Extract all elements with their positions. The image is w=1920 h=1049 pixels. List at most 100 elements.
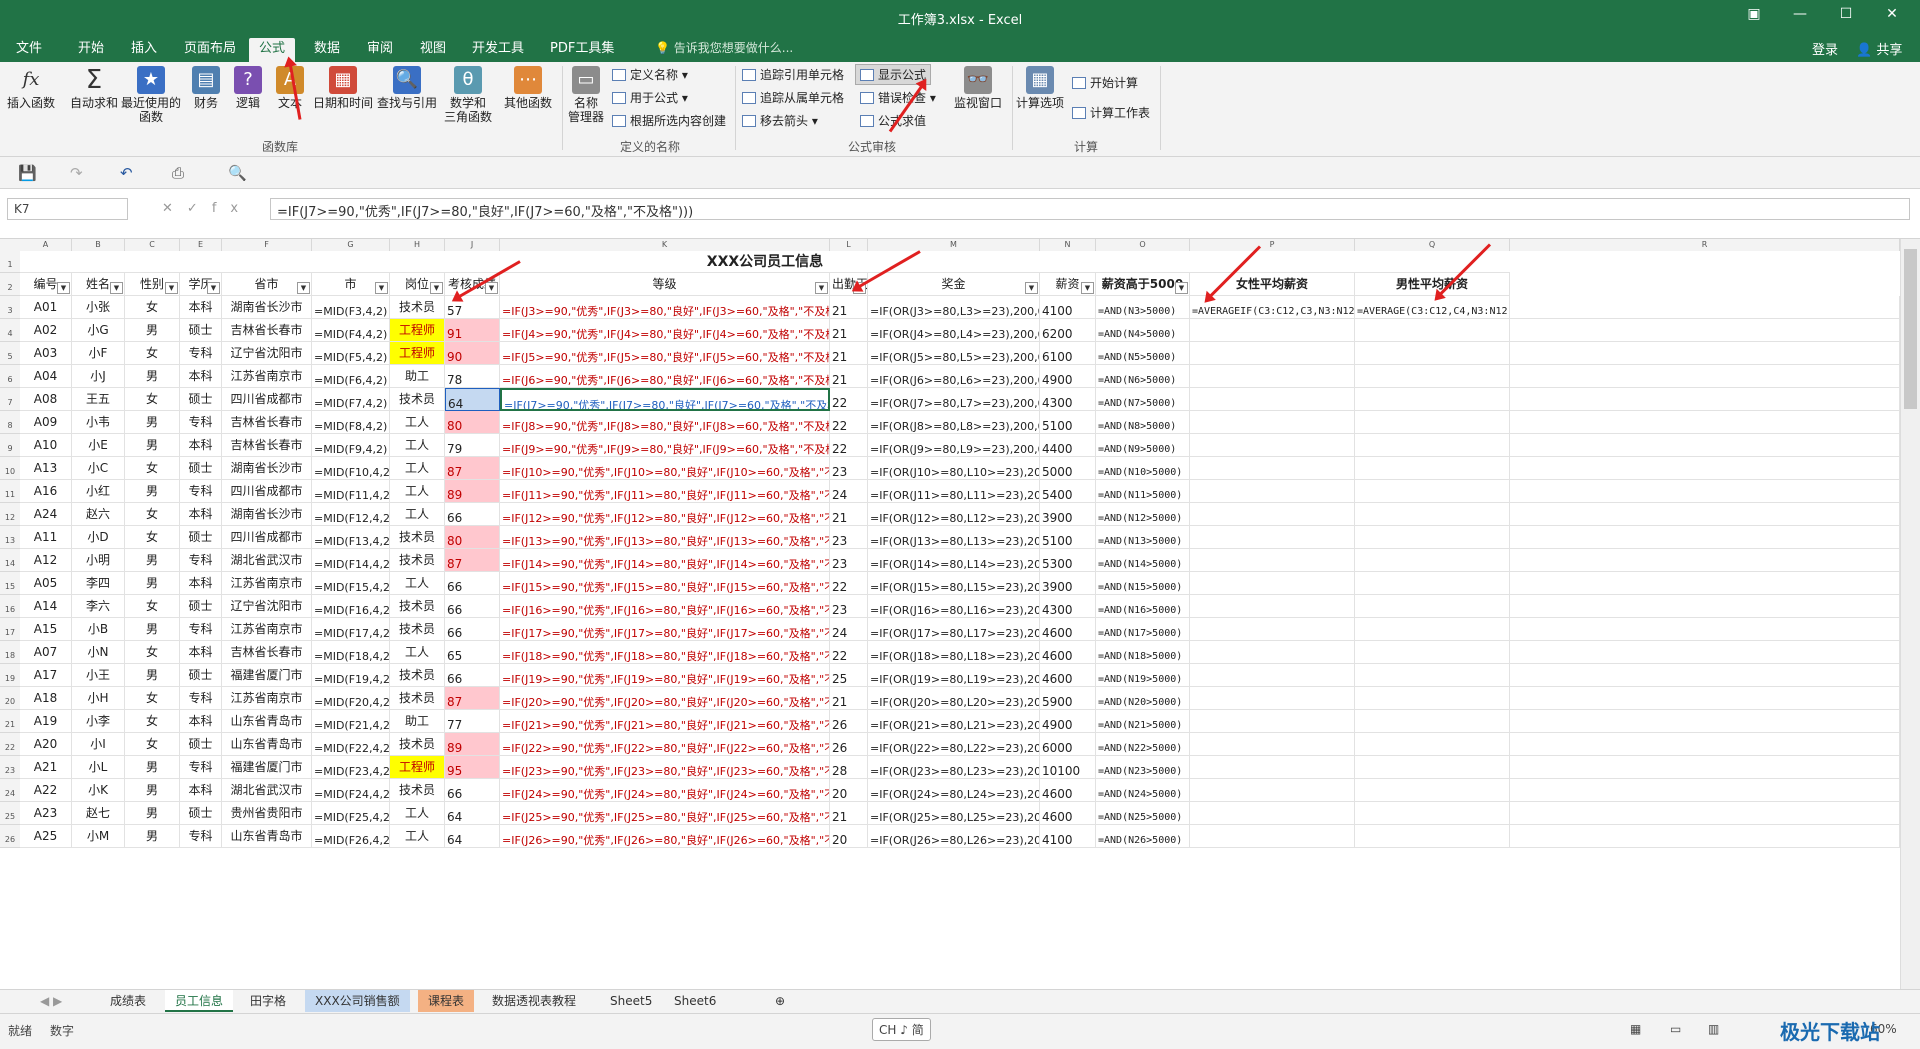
cell-id[interactable]: A09: [20, 411, 72, 434]
cell-score[interactable]: 80: [445, 411, 500, 434]
cell-attendance[interactable]: 22: [830, 641, 868, 664]
cell-salary-check-formula[interactable]: =AND(N20>5000): [1096, 687, 1190, 710]
cell-salary-check-formula[interactable]: =AND(N16>5000): [1096, 595, 1190, 618]
cell-grade-formula[interactable]: =IF(J17>=90,"优秀",IF(J17>=80,"良好",IF(J17>…: [500, 618, 830, 641]
cell-position[interactable]: 工程师: [390, 342, 445, 365]
cell-salary[interactable]: 10100: [1040, 756, 1096, 779]
cell-score[interactable]: 66: [445, 664, 500, 687]
worksheet-grid[interactable]: ABCEFGHJKLMNOPQR 1 2 3 4 5 6 7 8 9 10 11 12 13 14 15 16…: [0, 239, 1900, 979]
cell-position[interactable]: 工人: [390, 802, 445, 825]
cell-position[interactable]: 工人: [390, 434, 445, 457]
cell-position[interactable]: 技术员: [390, 595, 445, 618]
filter-dropdown-icon[interactable]: ▼: [165, 282, 178, 294]
row-header-13[interactable]: 13: [0, 526, 20, 549]
cell-city-formula[interactable]: =MID(F6,4,2): [312, 365, 390, 388]
cancel-icon[interactable]: ✕: [162, 201, 187, 216]
cell-salary-check-formula[interactable]: =AND(N12>5000): [1096, 503, 1190, 526]
cell-bonus-formula[interactable]: =IF(OR(J11>=80,L11>=23),200,0): [868, 480, 1040, 503]
cell-male-avg[interactable]: [1355, 756, 1510, 779]
cell-province-city[interactable]: 湖南省长沙市: [222, 296, 312, 319]
cell-education[interactable]: 硕士: [180, 733, 222, 756]
cell-salary[interactable]: 5100: [1040, 411, 1096, 434]
formula-input[interactable]: =IF(J7>=90,"优秀",IF(J7>=80,"良好",IF(J7>=60…: [270, 198, 1910, 220]
cell-id[interactable]: A10: [20, 434, 72, 457]
row-header-16[interactable]: 16: [0, 595, 20, 618]
cell-score[interactable]: 89: [445, 480, 500, 503]
cell-salary[interactable]: 4600: [1040, 664, 1096, 687]
cell-empty[interactable]: [1510, 618, 1900, 641]
cell-city-formula[interactable]: =MID(F24,4,2): [312, 779, 390, 802]
cell-salary[interactable]: 4300: [1040, 595, 1096, 618]
cell-gender[interactable]: 男: [125, 779, 180, 802]
filter-dropdown-icon[interactable]: ▼: [1025, 282, 1038, 294]
tell-me-search[interactable]: 💡 告诉我您想要做什么...: [655, 39, 793, 56]
cell-salary[interactable]: 4600: [1040, 802, 1096, 825]
cell-empty[interactable]: [1510, 319, 1900, 342]
cell-salary[interactable]: 6000: [1040, 733, 1096, 756]
cell-education[interactable]: 专科: [180, 549, 222, 572]
cell-city-formula[interactable]: =MID(F14,4,2): [312, 549, 390, 572]
cell-grade-formula[interactable]: =IF(J16>=90,"优秀",IF(J16>=80,"良好",IF(J16>…: [500, 595, 830, 618]
filter-dropdown-icon[interactable]: ▼: [297, 282, 310, 294]
cell-position[interactable]: 工人: [390, 572, 445, 595]
cell-female-avg[interactable]: [1190, 526, 1355, 549]
cell-male-avg[interactable]: [1355, 710, 1510, 733]
cell-male-avg[interactable]: [1355, 595, 1510, 618]
cell-bonus-formula[interactable]: =IF(OR(J19>=80,L19>=23),200,0): [868, 664, 1040, 687]
cell-empty[interactable]: [1510, 365, 1900, 388]
cell-bonus-formula[interactable]: =IF(OR(J4>=80,L4>=23),200,0): [868, 319, 1040, 342]
cell-male-avg[interactable]: [1355, 526, 1510, 549]
cell-bonus-formula[interactable]: =IF(OR(J8>=80,L8>=23),200,0): [868, 411, 1040, 434]
cell-bonus-formula[interactable]: =IF(OR(J23>=80,L23>=23),200,0): [868, 756, 1040, 779]
cell-attendance[interactable]: 22: [830, 572, 868, 595]
cell-bonus-formula[interactable]: =IF(OR(J20>=80,L20>=23),200,0): [868, 687, 1040, 710]
cell-position[interactable]: 技术员: [390, 618, 445, 641]
cell-id[interactable]: A17: [20, 664, 72, 687]
cell-city-formula[interactable]: =MID(F18,4,2): [312, 641, 390, 664]
cell-province-city[interactable]: 江苏省南京市: [222, 618, 312, 641]
cell-grade-formula[interactable]: =IF(J10>=90,"优秀",IF(J10>=80,"良好",IF(J10>…: [500, 457, 830, 480]
cell-female-avg[interactable]: [1190, 434, 1355, 457]
cell-salary-check-formula[interactable]: =AND(N22>5000): [1096, 733, 1190, 756]
cell-empty[interactable]: [1510, 572, 1900, 595]
row-header-10[interactable]: 10: [0, 457, 20, 480]
cell-id[interactable]: A07: [20, 641, 72, 664]
cell-gender[interactable]: 男: [125, 572, 180, 595]
cell-grade-formula[interactable]: =IF(J7>=90,"优秀",IF(J7>=80,"良好",IF(J7>=60…: [500, 388, 830, 411]
cell-salary[interactable]: 5000: [1040, 457, 1096, 480]
cell-position[interactable]: 工人: [390, 411, 445, 434]
cell-gender[interactable]: 男: [125, 319, 180, 342]
cell-education[interactable]: 本科: [180, 434, 222, 457]
cell-id[interactable]: A16: [20, 480, 72, 503]
cell-salary-check-formula[interactable]: =AND(N24>5000): [1096, 779, 1190, 802]
cell-city-formula[interactable]: =MID(F16,4,2): [312, 595, 390, 618]
row-header-6[interactable]: 6: [0, 365, 20, 388]
cell-name[interactable]: 小L: [72, 756, 125, 779]
filter-dropdown-icon[interactable]: ▼: [1175, 282, 1188, 294]
filter-dropdown-icon[interactable]: ▼: [375, 282, 388, 294]
cell-gender[interactable]: 男: [125, 618, 180, 641]
cell-gender[interactable]: 男: [125, 434, 180, 457]
cell-score[interactable]: 78: [445, 365, 500, 388]
cell-male-avg[interactable]: [1355, 733, 1510, 756]
cell-position[interactable]: 助工: [390, 365, 445, 388]
cell-province-city[interactable]: 湖南省长沙市: [222, 503, 312, 526]
cell-empty[interactable]: [1510, 825, 1900, 848]
filter-dropdown-icon[interactable]: ▼: [110, 282, 123, 294]
cell-education[interactable]: 硕士: [180, 388, 222, 411]
cell-empty[interactable]: [1510, 342, 1900, 365]
cell-name[interactable]: 小F: [72, 342, 125, 365]
cell-salary-check-formula[interactable]: =AND(N5>5000): [1096, 342, 1190, 365]
cell-female-avg[interactable]: [1190, 388, 1355, 411]
cell-name[interactable]: 小N: [72, 641, 125, 664]
column-header-H[interactable]: H: [390, 239, 445, 251]
cell-attendance[interactable]: 24: [830, 618, 868, 641]
cell-female-avg[interactable]: [1190, 779, 1355, 802]
autosum-button[interactable]: Σ 自动求和: [66, 66, 122, 110]
cell-city-formula[interactable]: =MID(F22,4,2): [312, 733, 390, 756]
name-manager-button[interactable]: ▭ 名称 管理器: [566, 66, 606, 124]
cell-bonus-formula[interactable]: =IF(OR(J6>=80,L6>=23),200,0): [868, 365, 1040, 388]
row-header-22[interactable]: 22: [0, 733, 20, 756]
cell-grade-formula[interactable]: =IF(J9>=90,"优秀",IF(J9>=80,"良好",IF(J9>=60…: [500, 434, 830, 457]
share-button[interactable]: 👤 共享: [1856, 39, 1902, 58]
